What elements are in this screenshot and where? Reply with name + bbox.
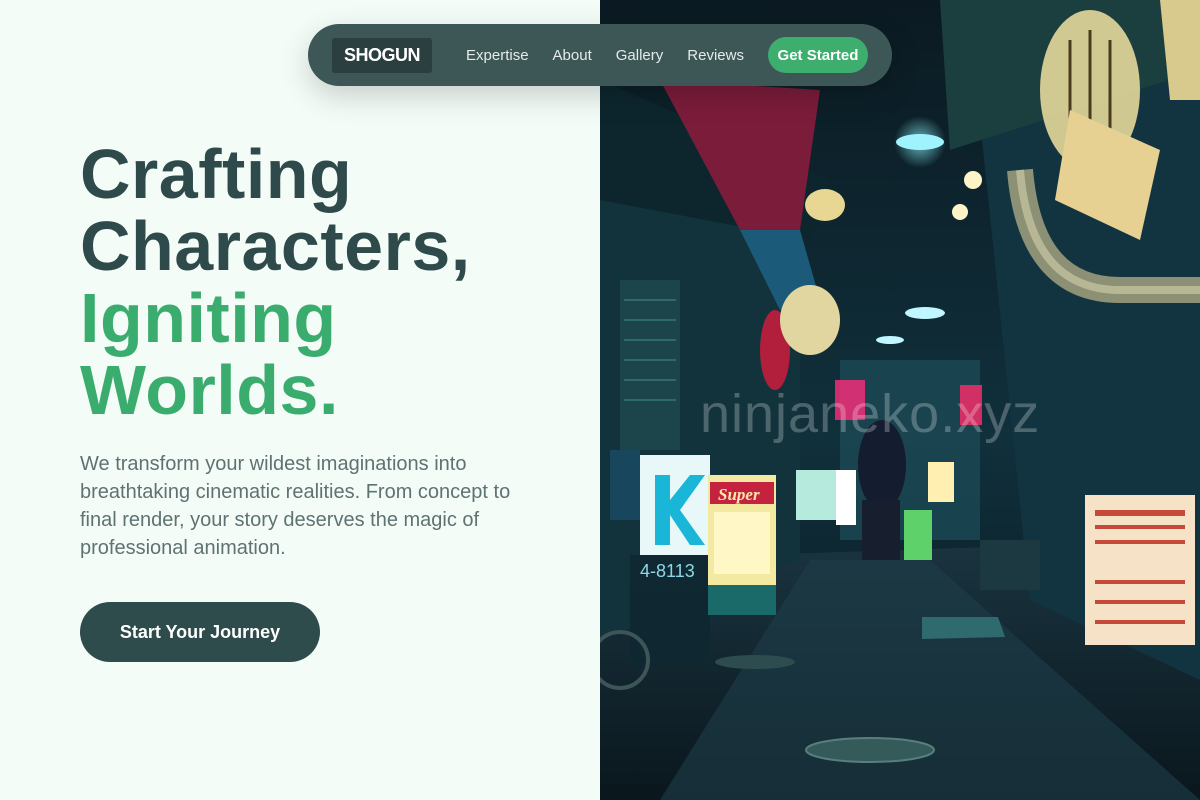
- brand-logo[interactable]: SHOGUN: [332, 37, 433, 73]
- nav-link-about[interactable]: About: [553, 47, 592, 64]
- headline-line-1: Crafting: [80, 135, 353, 213]
- watermark-text: ninjaneko.xyz: [700, 384, 1041, 444]
- nav-link-expertise[interactable]: Expertise: [466, 47, 529, 64]
- hero-headline: Crafting Characters, Igniting Worlds.: [80, 138, 471, 426]
- nav-link-gallery[interactable]: Gallery: [616, 47, 664, 64]
- hero-description: We transform your wildest imaginations i…: [80, 453, 511, 559]
- headline-line-3: Igniting: [80, 279, 337, 357]
- hero-section: Crafting Characters, Igniting Worlds. We…: [0, 0, 600, 800]
- start-journey-button[interactable]: Start Your Journey: [80, 602, 320, 662]
- nav-link-reviews[interactable]: Reviews: [687, 47, 744, 64]
- headline-line-4: Worlds.: [80, 351, 339, 429]
- headline-line-2: Characters,: [80, 207, 471, 285]
- get-started-button[interactable]: Get Started: [767, 37, 868, 73]
- main-navbar: SHOGUN Expertise About Gallery Reviews G…: [308, 24, 892, 86]
- super-sign-text: Super: [718, 485, 760, 504]
- phone-sign-text: 4-8113: [640, 561, 695, 581]
